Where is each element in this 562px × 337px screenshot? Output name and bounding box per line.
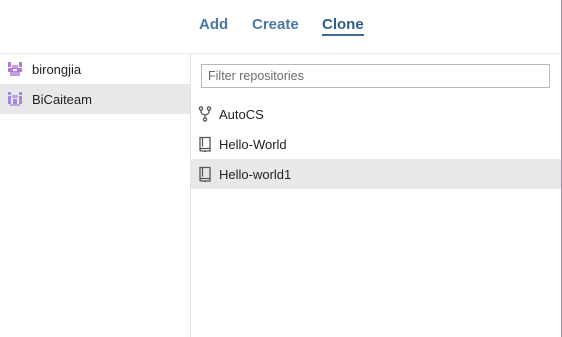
repo-name: Hello-world1 <box>219 167 292 182</box>
repo-book-icon <box>199 166 211 182</box>
tab-bar: Add Create Clone <box>0 0 562 54</box>
account-name: birongjia <box>32 62 82 77</box>
filter-repositories-input[interactable] <box>201 64 550 88</box>
accounts-list: birongjia BiCaiteam <box>0 54 191 337</box>
repo-item-hello-world1[interactable]: Hello-world1 <box>191 159 562 189</box>
user-avatar-icon <box>7 61 23 77</box>
repo-book-icon <box>199 136 211 152</box>
repo-item-hello-world[interactable]: Hello-World <box>191 129 562 159</box>
fork-icon <box>198 106 212 122</box>
account-item-bicaiteam[interactable]: BiCaiteam <box>0 84 190 114</box>
account-item-birongjia[interactable]: birongjia <box>0 54 190 84</box>
repo-name: AutoCS <box>219 107 264 122</box>
repo-name: Hello-World <box>219 137 287 152</box>
tab-add[interactable]: Add <box>199 16 228 33</box>
org-avatar-icon <box>7 91 23 107</box>
tab-clone[interactable]: Clone <box>322 16 364 36</box>
repo-item-autocs[interactable]: AutoCS <box>191 99 562 129</box>
account-name: BiCaiteam <box>32 92 92 107</box>
tab-create[interactable]: Create <box>252 16 299 33</box>
repositories-panel: AutoCS Hello-World Hello-world1 <box>191 54 562 337</box>
